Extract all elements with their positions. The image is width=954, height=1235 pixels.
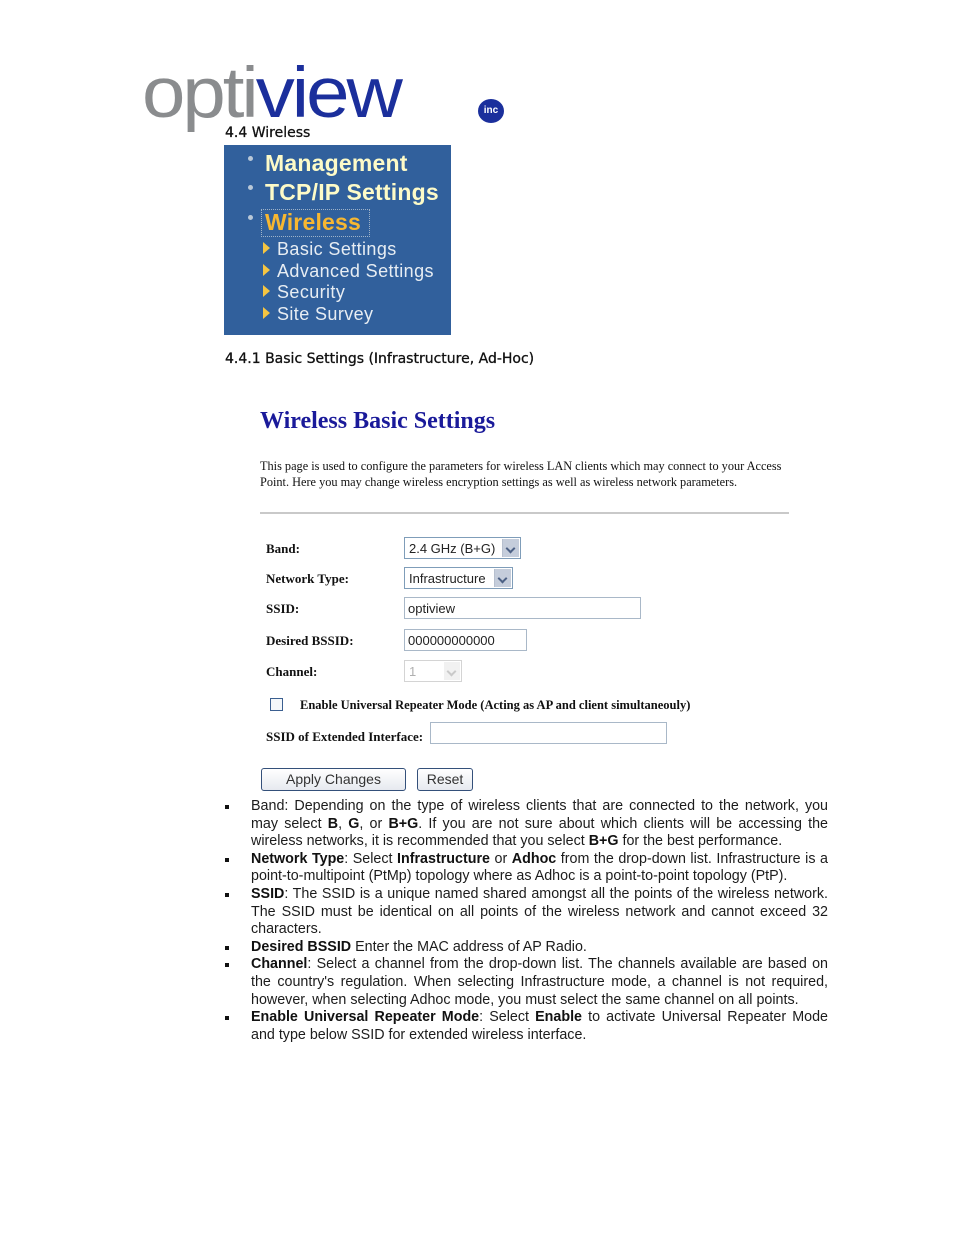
channel-value: 1 [409,664,417,679]
logo-text-view: view [255,51,403,133]
triangle-arrow-icon [263,264,270,276]
description-text: , or [359,815,389,832]
description-item: Enable Universal Repeater Mode: Select E… [222,1009,828,1044]
network-type-label: Network Type: [266,571,349,586]
logo-inc-badge: inc [478,99,504,123]
repeater-mode-checkbox[interactable] [270,698,283,711]
extended-ssid-label: SSID of Extended Interface: [266,729,424,744]
submenu-item-label: Basic Settings [277,239,397,259]
bold-term: Adhoc [511,850,557,867]
description-item: Desired BSSID Enter the MAC address of A… [222,939,828,957]
square-bullet-icon [225,892,229,897]
bold-term: Channel [251,956,308,973]
band-select[interactable]: 2.4 GHz (B+G) [404,537,521,559]
network-type-value: Infrastructure [409,571,486,586]
reset-button[interactable]: Reset [417,768,473,791]
submenu-item-advanced-settings[interactable]: Advanced Settings [224,260,451,282]
form-description: This page is used to configure the param… [260,459,782,489]
apply-changes-button[interactable]: Apply Changes [261,768,406,791]
square-bullet-icon [225,857,229,862]
square-bullet-icon [225,1016,229,1021]
bold-term: B [327,815,339,832]
submenu-item-label: Site Survey [277,304,374,324]
menu-item-management[interactable]: Management [224,149,451,177]
chevron-down-icon[interactable] [444,662,460,680]
triangle-arrow-icon [263,307,270,319]
description-item: Network Type: Select Infrastructure or A… [222,851,828,886]
chevron-down-icon[interactable] [502,539,519,557]
bold-term: Enable Universal Repeater Mode [251,1009,480,1026]
description-text: : Select [344,850,398,867]
bold-term: Desired BSSID [251,938,352,955]
submenu-item-label: Security [277,282,346,302]
submenu-item-label: Advanced Settings [277,261,434,281]
menu-item-label: Management [265,150,408,176]
description-item: SSID: The SSID is a unique named shared … [222,886,828,939]
description-text: or [489,850,512,867]
band-value: 2.4 GHz (B+G) [409,541,496,556]
wireless-menu-panel: Management TCP/IP Settings Wireless Basi… [224,145,451,335]
ssid-input[interactable] [404,597,641,619]
description-text: , [338,815,349,832]
description-item: Band: Depending on the type of wireless … [222,798,828,851]
square-bullet-icon [225,945,229,950]
desired-bssid-input[interactable] [404,629,527,651]
description-list: Band: Depending on the type of wireless … [222,798,828,1044]
submenu-item-site-survey[interactable]: Site Survey [224,303,451,325]
description-text: : Select [479,1009,536,1026]
menu-item-tcpip-settings[interactable]: TCP/IP Settings [224,178,451,206]
bold-term: B+G [588,833,619,850]
square-bullet-icon [225,805,229,809]
bullet-dot-icon [248,156,253,161]
bold-term: Enable [535,1009,582,1026]
optiview-logo: optiview inc [142,51,504,133]
square-bullet-icon [225,963,229,968]
description-item: Channel: Select a channel from the drop-… [222,956,828,1009]
description-text: : The SSID is a unique named shared amon… [251,885,828,938]
section-heading: 4.4 Wireless [225,125,311,141]
bold-term: Network Type [251,850,345,867]
bold-term: SSID [251,885,285,902]
bold-term: Infrastructure [397,850,490,867]
form-title: Wireless Basic Settings [260,408,496,434]
triangle-arrow-icon [263,285,270,297]
divider [260,512,789,514]
network-type-select[interactable]: Infrastructure [404,567,513,589]
triangle-arrow-icon [263,242,270,254]
bullet-dot-icon [248,185,253,190]
menu-item-wireless[interactable]: Wireless [224,208,451,237]
channel-select[interactable]: 1 [404,660,462,682]
logo-text-opti: opti [142,51,259,133]
chevron-down-icon[interactable] [494,569,511,587]
repeater-mode-label: Enable Universal Repeater Mode (Acting a… [300,698,691,712]
bullet-dot-icon [248,215,253,220]
subsection-heading: 4.4.1 Basic Settings (Infrastructure, Ad… [225,351,535,367]
desired-bssid-label: Desired BSSID: [266,633,354,648]
submenu-item-security[interactable]: Security [224,281,451,303]
bold-term: G [348,815,360,832]
band-label: Band: [266,541,300,556]
ssid-label: SSID: [266,601,300,616]
menu-item-label: TCP/IP Settings [265,179,439,205]
extended-ssid-input[interactable] [430,722,667,744]
menu-item-label: Wireless [265,209,362,235]
description-text: : Select a channel from the drop-down li… [251,956,828,1008]
submenu-item-basic-settings[interactable]: Basic Settings [224,238,451,260]
bold-term: B+G [388,815,419,832]
channel-label: Channel: [266,664,318,679]
description-text: Enter the MAC address of AP Radio. [351,938,587,955]
description-text: for the best performance. [618,833,783,850]
